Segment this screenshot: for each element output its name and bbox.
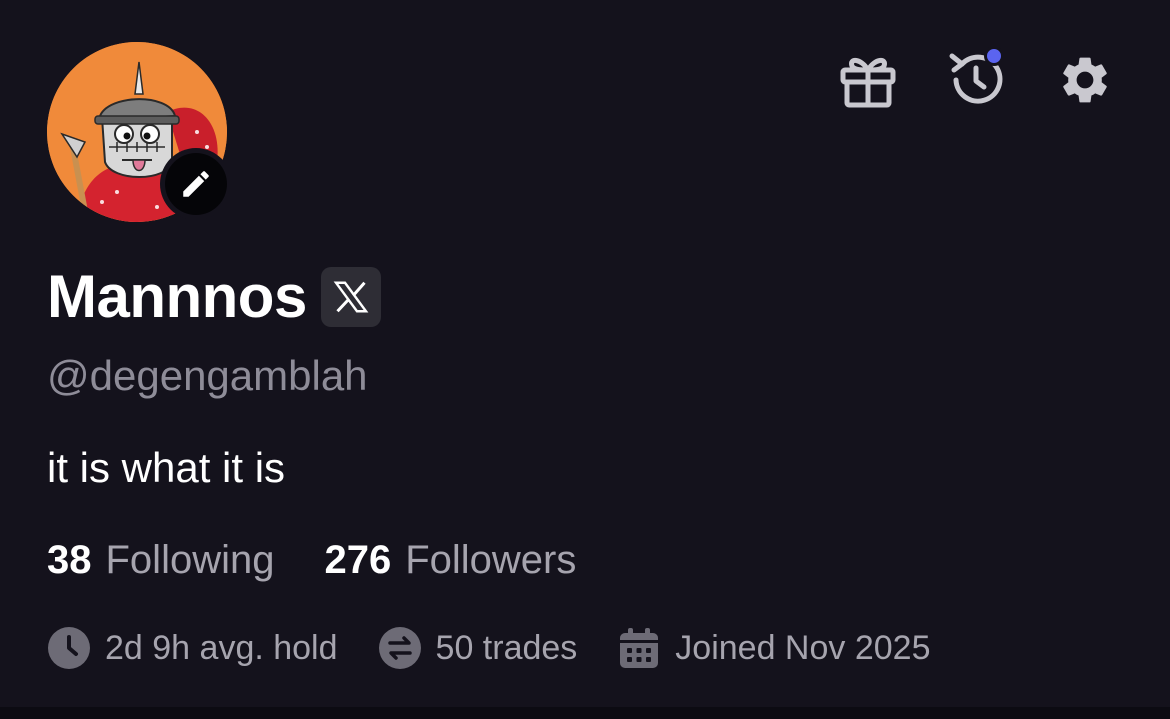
gift-icon bbox=[840, 58, 896, 108]
notification-dot bbox=[984, 46, 1004, 66]
joined-item: Joined Nov 2025 bbox=[617, 626, 930, 670]
avg-hold-item: 2d 9h avg. hold bbox=[47, 626, 338, 670]
profile-meta: 2d 9h avg. hold 50 trades Joined Nov 202… bbox=[47, 625, 930, 671]
gear-icon bbox=[1063, 57, 1107, 103]
trades-text: 50 trades bbox=[435, 628, 578, 667]
avg-hold-text: 2d 9h avg. hold bbox=[105, 628, 338, 667]
follow-stats: 38 Following 276 Followers bbox=[47, 534, 576, 586]
avatar-container bbox=[47, 42, 232, 222]
profile-page: Mannnos @degengamblah it is what it is 3… bbox=[0, 0, 1170, 719]
following-label: Following bbox=[105, 538, 275, 582]
display-name: Mannnos bbox=[47, 263, 307, 330]
clock-icon bbox=[47, 626, 91, 670]
joined-text: Joined Nov 2025 bbox=[675, 628, 931, 667]
trades-item: 50 trades bbox=[378, 626, 578, 670]
gift-button[interactable] bbox=[838, 50, 898, 110]
followers-stat[interactable]: 276 Followers bbox=[324, 534, 576, 586]
pencil-icon bbox=[183, 171, 209, 197]
x-profile-link[interactable] bbox=[320, 267, 381, 327]
followers-count: 276 bbox=[324, 538, 392, 582]
edit-avatar-button[interactable] bbox=[160, 148, 232, 220]
following-stat[interactable]: 38 Following bbox=[47, 534, 274, 586]
swap-icon bbox=[378, 626, 422, 670]
edit-avatar-badge bbox=[165, 153, 227, 215]
calendar-icon bbox=[617, 626, 661, 670]
bottom-divider bbox=[0, 707, 1170, 719]
history-button[interactable] bbox=[946, 46, 1006, 110]
settings-button[interactable] bbox=[1055, 50, 1115, 110]
profile-bio: it is what it is bbox=[47, 444, 286, 491]
x-logo-icon bbox=[333, 281, 369, 313]
following-count: 38 bbox=[47, 538, 92, 582]
name-row: Mannnos bbox=[47, 262, 381, 332]
followers-label: Followers bbox=[405, 538, 577, 582]
profile-handle: @degengamblah bbox=[47, 352, 368, 399]
